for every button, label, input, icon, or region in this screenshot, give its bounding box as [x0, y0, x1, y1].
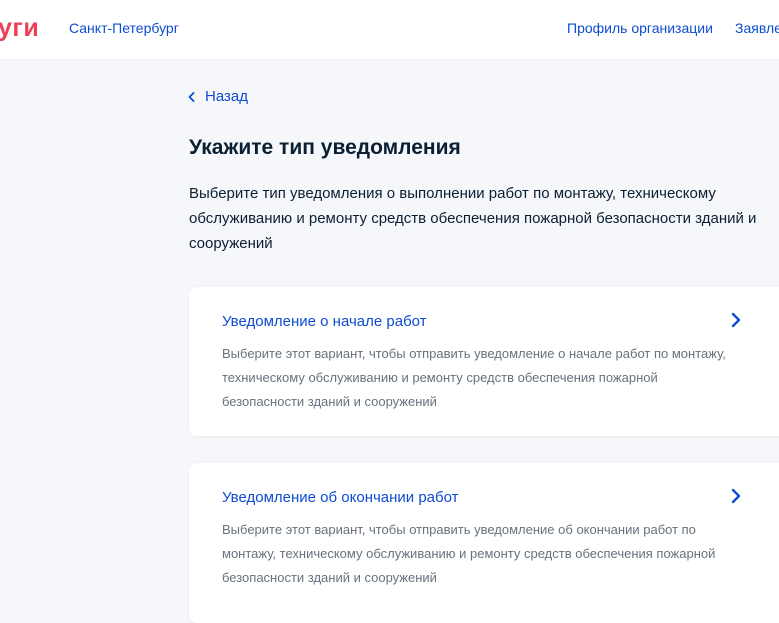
chevron-right-icon — [731, 488, 741, 504]
option-description: Выберите этот вариант, чтобы отправить у… — [222, 346, 726, 409]
chevron-right-icon — [731, 312, 741, 328]
page-subtitle: Выберите тип уведомления о выполнении ра… — [189, 185, 757, 252]
back-link-label: Назад — [205, 88, 248, 105]
option-description: Выберите этот вариант, чтобы отправить у… — [222, 522, 716, 585]
option-card-end-works[interactable]: Уведомление об окончании работ Выберите … — [189, 463, 779, 623]
option-title: Уведомление об окончании работ — [222, 489, 459, 506]
page-title: Укажите тип уведомления — [189, 136, 461, 159]
logo[interactable]: уги — [0, 14, 39, 43]
option-title: Уведомление о начале работ — [222, 313, 427, 330]
site-header: уги Санкт-Петербург Профиль организации … — [0, 0, 779, 60]
city-selector[interactable]: Санкт-Петербург — [69, 20, 179, 36]
chevron-left-icon — [188, 91, 195, 102]
nav-link-organization-profile[interactable]: Профиль организации — [567, 20, 713, 36]
option-card-start-works[interactable]: Уведомление о начале работ Выберите этот… — [189, 287, 779, 436]
nav-link-requests[interactable]: Заявления — [735, 20, 779, 36]
back-link[interactable]: Назад — [188, 88, 248, 105]
